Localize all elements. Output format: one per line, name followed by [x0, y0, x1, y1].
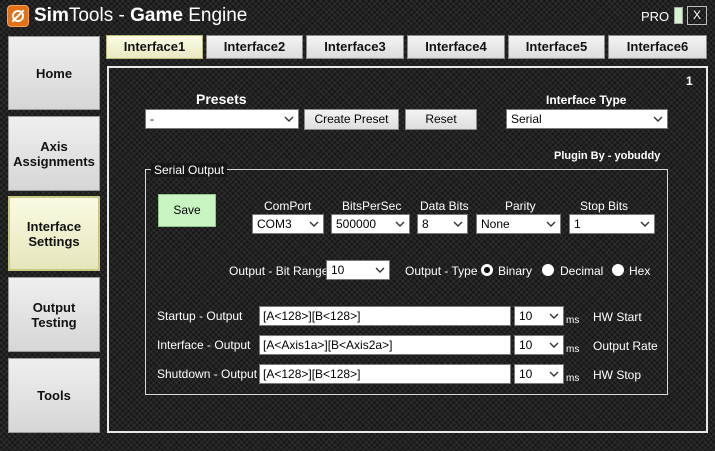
- nav-interface-settings-button[interactable]: Interface Settings: [8, 196, 100, 271]
- chevron-down-icon: [308, 218, 320, 230]
- bit-range-label: Output - Bit Range: [229, 264, 329, 278]
- simtools-logo-icon: [7, 5, 29, 27]
- output-rate-label: Output Rate: [593, 339, 658, 353]
- presets-dropdown[interactable]: -: [145, 109, 299, 129]
- tab-interface1[interactable]: Interface1: [106, 35, 203, 59]
- shutdown-ms-value: 10: [519, 367, 533, 381]
- interface-ms-dropdown[interactable]: 10: [514, 335, 564, 355]
- output-type-label: Output - Type: [405, 264, 478, 278]
- title-bar: SimTools - Game Engine PRO X: [0, 0, 715, 32]
- startup-ms-dropdown[interactable]: 10: [514, 306, 564, 326]
- page-number: 1: [686, 74, 693, 88]
- tab-interface3[interactable]: Interface3: [306, 35, 404, 59]
- hex-label: Hex: [629, 264, 651, 278]
- nav-output-line2: Testing: [31, 314, 77, 330]
- bitspersec-dropdown[interactable]: 500000: [331, 214, 410, 234]
- save-button[interactable]: Save: [158, 194, 216, 227]
- create-preset-button[interactable]: Create Preset: [304, 109, 399, 130]
- bit-range-value: 10: [331, 263, 345, 277]
- interface-ms-value: 10: [519, 338, 533, 352]
- bitspersec-label: BitsPerSec: [342, 199, 402, 213]
- tab-interface4[interactable]: Interface4: [407, 35, 505, 59]
- nav-output-line1: Output: [32, 299, 76, 315]
- chevron-down-icon: [548, 339, 560, 351]
- nav-interface-label: Interface Settings: [27, 219, 81, 249]
- databits-dropdown[interactable]: 8: [417, 214, 468, 234]
- nav-output-testing-button[interactable]: Output Testing: [8, 277, 100, 352]
- title-sim: Sim: [34, 5, 69, 26]
- nav-interface-line1: Interface: [26, 218, 82, 234]
- decimal-label: Decimal: [560, 264, 604, 278]
- nav-axis-line1: Axis: [40, 138, 68, 154]
- chevron-down-icon: [639, 218, 651, 230]
- chevron-down-icon: [394, 218, 406, 230]
- chevron-down-icon: [545, 218, 557, 230]
- interface-ms-unit: ms: [566, 344, 580, 355]
- startup-ms-unit: ms: [566, 315, 580, 326]
- stopbits-dropdown[interactable]: 1: [569, 214, 655, 234]
- binary-radio[interactable]: [481, 264, 493, 276]
- shutdown-output-input[interactable]: [A<128>][B<128>]: [259, 364, 511, 384]
- chevron-down-icon: [652, 113, 664, 125]
- shutdown-ms-dropdown[interactable]: 10: [514, 364, 564, 384]
- serial-output-legend: Serial Output: [151, 163, 228, 177]
- nav-axis-line2: Assignments: [13, 153, 95, 169]
- title-game: Game: [130, 5, 183, 26]
- nav-tools-button[interactable]: Tools: [8, 358, 100, 433]
- startup-ms-value: 10: [519, 309, 533, 323]
- decimal-radio[interactable]: [542, 264, 554, 276]
- parity-value: None: [481, 217, 510, 231]
- pro-label: PRO: [641, 9, 670, 24]
- tab-interface6[interactable]: Interface6: [608, 35, 707, 59]
- nav-axis-assignments-button[interactable]: Axis Assignments: [8, 116, 100, 191]
- title-tools: Tools -: [68, 5, 131, 26]
- chevron-down-icon: [548, 368, 560, 380]
- nav-home-label: Home: [35, 65, 73, 81]
- comport-label: ComPort: [264, 199, 312, 213]
- app-title: SimTools - Game Engine: [34, 5, 247, 27]
- interface-output-input[interactable]: [A<Axis1a>][B<Axis2a>]: [259, 335, 511, 355]
- tab-interface2[interactable]: Interface2: [206, 35, 303, 59]
- chevron-down-icon: [548, 310, 560, 322]
- parity-dropdown[interactable]: None: [476, 214, 561, 234]
- app-window: SimTools - Game Engine PRO X Home Axis As…: [0, 0, 715, 451]
- databits-label: Data Bits: [420, 199, 469, 213]
- databits-value: 8: [422, 217, 429, 231]
- tab-interface5[interactable]: Interface5: [508, 35, 605, 59]
- presets-label: Presets: [196, 91, 247, 107]
- comport-dropdown[interactable]: COM3: [252, 214, 324, 234]
- startup-output-input[interactable]: [A<128>][B<128>]: [259, 306, 511, 326]
- chevron-down-icon: [374, 264, 386, 276]
- interface-type-dropdown[interactable]: Serial: [506, 109, 668, 129]
- hw-start-label: HW Start: [593, 310, 642, 324]
- title-engine: Engine: [182, 5, 248, 26]
- close-button[interactable]: X: [687, 6, 707, 25]
- stopbits-label: Stop Bits: [580, 199, 629, 213]
- nav-home-button[interactable]: Home: [8, 36, 100, 110]
- nav-axis-label: Axis Assignments: [13, 139, 95, 169]
- startup-output-label: Startup - Output: [157, 309, 243, 323]
- hw-stop-label: HW Stop: [593, 368, 642, 382]
- shutdown-ms-unit: ms: [566, 373, 580, 384]
- nav-tools-label: Tools: [37, 388, 71, 403]
- interface-output-label: Interface - Output: [157, 338, 251, 352]
- presets-value: -: [150, 112, 154, 126]
- nav-interface-line2: Settings: [28, 233, 80, 249]
- interface-type-label: Interface Type: [546, 93, 627, 107]
- reset-button[interactable]: Reset: [405, 109, 477, 130]
- chevron-down-icon: [283, 113, 295, 125]
- bit-range-dropdown[interactable]: 10: [326, 260, 390, 280]
- hex-radio[interactable]: [612, 264, 624, 276]
- parity-label: Parity: [505, 199, 536, 213]
- chevron-down-icon: [452, 218, 464, 230]
- pro-indicator: [674, 7, 683, 24]
- stopbits-value: 1: [574, 217, 581, 231]
- binary-label: Binary: [498, 264, 533, 278]
- interface-type-value: Serial: [511, 112, 542, 126]
- comport-value: COM3: [257, 217, 292, 231]
- shutdown-output-label: Shutdown - Output: [157, 367, 258, 381]
- nav-output-label: Output Testing: [31, 300, 76, 330]
- plugin-by-label: Plugin By - yobuddy: [554, 150, 661, 162]
- bitspersec-value: 500000: [336, 217, 377, 231]
